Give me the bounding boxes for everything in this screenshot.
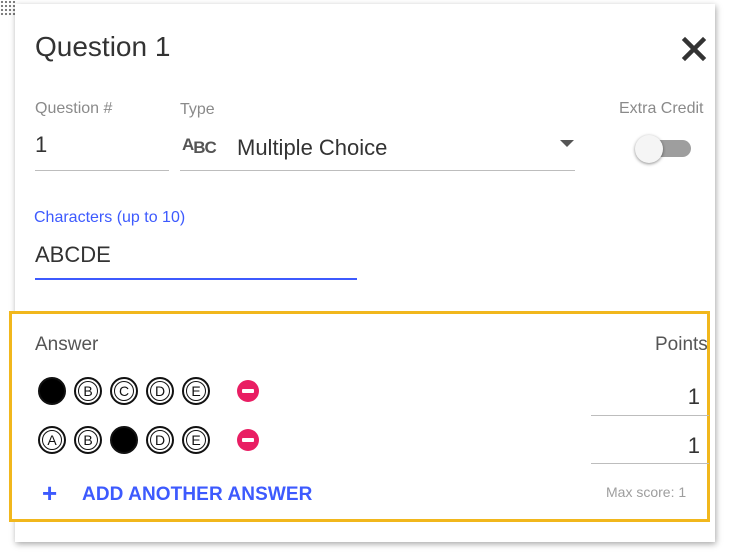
question-number-label: Question #	[35, 100, 113, 117]
abc-type-icon: ABC	[182, 135, 217, 157]
points-input[interactable]: 1	[590, 384, 700, 410]
drag-grip-icon[interactable]	[0, 0, 16, 16]
answer-header: Answer	[35, 334, 99, 355]
characters-label: Characters (up to 10)	[34, 209, 186, 226]
bubble-a[interactable]: A	[38, 426, 66, 454]
remove-answer-icon[interactable]	[237, 380, 259, 402]
question-dialog: Question 1 Question # 1 Type ABC Multipl…	[9, 4, 715, 542]
close-icon[interactable]	[681, 36, 707, 62]
bubble-e[interactable]: E	[182, 426, 210, 454]
type-underline	[180, 170, 575, 171]
dialog-title: Question 1	[35, 31, 171, 62]
extra-credit-label: Extra Credit	[619, 100, 704, 117]
characters-underline	[35, 278, 357, 280]
chevron-down-icon[interactable]	[560, 140, 574, 147]
points-header: Points	[655, 334, 708, 355]
bubble-b[interactable]: B	[74, 426, 102, 454]
characters-input[interactable]: ABCDE	[35, 242, 111, 268]
points-underline	[591, 415, 709, 416]
bubble-e[interactable]: E	[182, 377, 210, 405]
points-underline	[591, 463, 709, 464]
answers-section: Answer Points B C D E 1 A B D E 1 + ADD …	[9, 311, 710, 522]
toggle-knob	[635, 135, 663, 163]
type-select[interactable]: Multiple Choice	[237, 135, 387, 161]
question-number-underline	[35, 170, 169, 171]
remove-answer-icon[interactable]	[237, 429, 259, 451]
bubble-c[interactable]: C	[110, 377, 138, 405]
max-score: Max score: 1	[606, 484, 687, 500]
bubble-c[interactable]	[110, 426, 138, 454]
plus-icon[interactable]: +	[42, 480, 57, 506]
bubble-a[interactable]	[38, 377, 66, 405]
add-answer-button[interactable]: ADD ANOTHER ANSWER	[82, 484, 313, 506]
bubble-b[interactable]: B	[74, 377, 102, 405]
points-input[interactable]: 1	[590, 433, 700, 459]
question-number-input[interactable]: 1	[35, 132, 47, 158]
bubble-d[interactable]: D	[146, 377, 174, 405]
type-label: Type	[180, 101, 215, 118]
bubble-d[interactable]: D	[146, 426, 174, 454]
extra-credit-toggle[interactable]	[635, 135, 693, 163]
